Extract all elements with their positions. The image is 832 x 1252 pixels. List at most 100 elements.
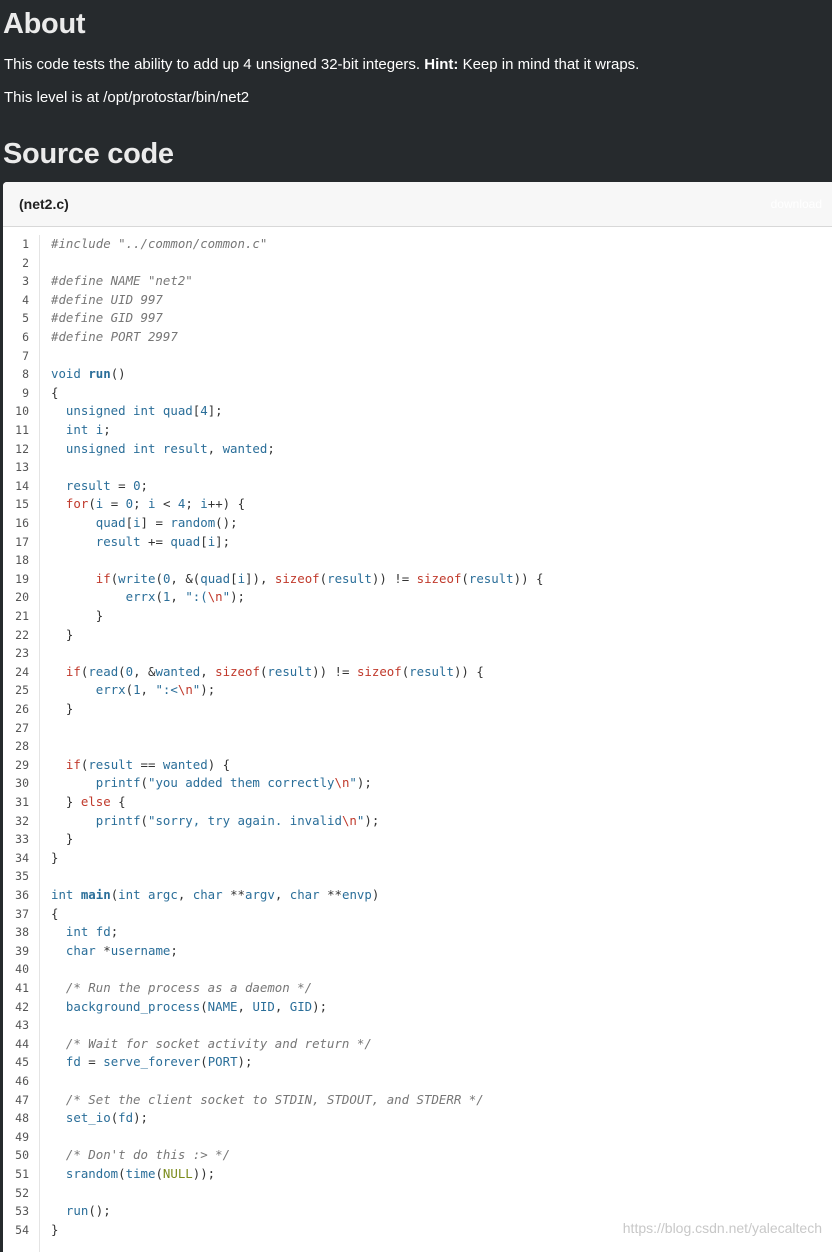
code-token: unsigned int — [65, 440, 163, 456]
line-number: 51 — [15, 1167, 29, 1181]
code-token: 1 — [133, 682, 141, 698]
line-number: 31 — [15, 795, 29, 809]
line-number: 35 — [15, 869, 29, 884]
code-line: 33 } — [3, 830, 832, 849]
code-token: )) { — [453, 663, 484, 679]
code-token: } — [51, 1221, 59, 1237]
line-code: srandom(time(NULL)); — [51, 1165, 215, 1184]
code-token: /* Wait for socket activity and return *… — [65, 1035, 372, 1051]
watermark: https://blog.csdn.net/yalecaltech — [622, 1220, 822, 1236]
line-code: errx(1, ":<\n"); — [51, 681, 215, 700]
code-token: , &( — [170, 570, 201, 586]
code-token: 0 — [133, 477, 141, 493]
code-token: quad — [200, 570, 231, 586]
line-code: int i; — [51, 421, 111, 440]
code-line: 40 — [3, 960, 832, 979]
code-token: result — [95, 533, 141, 549]
code-line: 30 printf("you added them correctly\n"); — [3, 774, 832, 793]
code-token: == — [133, 756, 163, 772]
code-token: PORT — [207, 1054, 238, 1070]
code-token: ); — [364, 812, 380, 828]
code-line: 8 void run() — [3, 365, 832, 384]
code-token: #define UID 997 — [51, 291, 163, 307]
code-token: , — [237, 998, 253, 1014]
line-number: 43 — [15, 1018, 29, 1033]
code-token: ( — [118, 663, 126, 679]
code-token: i — [200, 496, 208, 512]
code-token: for — [65, 496, 89, 512]
code-token: = — [80, 1054, 104, 1070]
code-token: ; — [267, 440, 275, 456]
code-line: 21 } — [3, 607, 832, 626]
about-hint-text: Keep in mind that it wraps. — [458, 56, 640, 73]
line-number: 42 — [15, 999, 29, 1014]
about-heading: About — [3, 8, 86, 40]
line-number: 48 — [15, 1111, 29, 1126]
code-token: ); — [230, 589, 246, 605]
line-number: 34 — [15, 850, 29, 865]
code-line: 9{ — [3, 384, 832, 403]
code-line: 39 char *username; — [3, 942, 832, 961]
code-line: 29 if(result == wanted) { — [3, 756, 832, 775]
code-token: ; — [103, 422, 111, 437]
code-token: ]), — [245, 570, 275, 586]
code-token: ( — [200, 1054, 208, 1070]
code-token: NULL — [162, 1166, 193, 1181]
code-token: += — [140, 533, 171, 549]
line-number: 8 — [22, 367, 29, 382]
code-line: 45 fd = serve_forever(PORT); — [3, 1053, 832, 1072]
code-line: 50 /* Don't do this :> */ — [3, 1146, 832, 1165]
line-number: 15 — [15, 497, 29, 512]
code-token: UID — [252, 998, 275, 1014]
code-token: result — [267, 663, 313, 679]
line-number: 13 — [15, 460, 29, 475]
code-line: 32 printf("sorry, try again. invalid\n")… — [3, 812, 832, 831]
code-token: quad — [170, 533, 201, 549]
code-line: 37 { — [3, 905, 832, 924]
code-token: } — [51, 626, 74, 642]
code-token: wanted — [222, 440, 268, 456]
code-line: 6 #define PORT 2997 — [3, 328, 832, 347]
line-number: 46 — [15, 1074, 29, 1088]
line-code: char *username; — [51, 942, 178, 961]
code-token: ( — [88, 496, 96, 512]
line-number: 30 — [15, 776, 29, 791]
code-token: quad — [95, 515, 126, 530]
line-code: unsigned int result, wanted; — [51, 440, 275, 459]
code-token: unsigned int — [65, 403, 163, 419]
code-token: read — [88, 663, 119, 679]
code-line: 14 result = 0; — [3, 477, 832, 496]
code-token: ]; — [215, 533, 231, 549]
line-number: 36 — [15, 888, 29, 902]
code-line: 24 if(read(0, &wanted, sizeof(result)) !… — [3, 663, 832, 682]
line-number: 53 — [15, 1204, 29, 1219]
download-link[interactable]: download — [771, 197, 822, 211]
line-number: 21 — [15, 609, 29, 623]
code-token: i — [237, 570, 246, 586]
code-line: 48 set_io(fd); — [3, 1109, 832, 1128]
code-token: ":( — [185, 589, 208, 605]
line-code: if(read(0, &wanted, sizeof(result)) != s… — [51, 663, 484, 682]
level-path-text: This level is at /opt/protostar/bin/net2 — [4, 89, 250, 106]
code-line: 49 — [3, 1128, 832, 1147]
code-line: 52 — [3, 1184, 832, 1203]
line-code: } — [51, 830, 73, 849]
code-token: #include "../common/common.c" — [51, 236, 268, 251]
code-line: 38 int fd; — [3, 923, 832, 942]
code-line: 22 } — [3, 626, 832, 645]
line-number: 6 — [22, 330, 29, 344]
code-token: { — [51, 384, 59, 400]
code-line: 44 /* Wait for socket activity and retur… — [3, 1035, 832, 1054]
code-token: (); — [88, 1203, 111, 1219]
code-token: , & — [133, 663, 156, 679]
code-token: \n — [341, 812, 357, 828]
line-code: set_io(fd); — [51, 1109, 148, 1128]
code-token: 0 — [125, 663, 134, 679]
code-token: ( — [155, 570, 163, 586]
code-token: "you added them correctly — [148, 775, 335, 791]
